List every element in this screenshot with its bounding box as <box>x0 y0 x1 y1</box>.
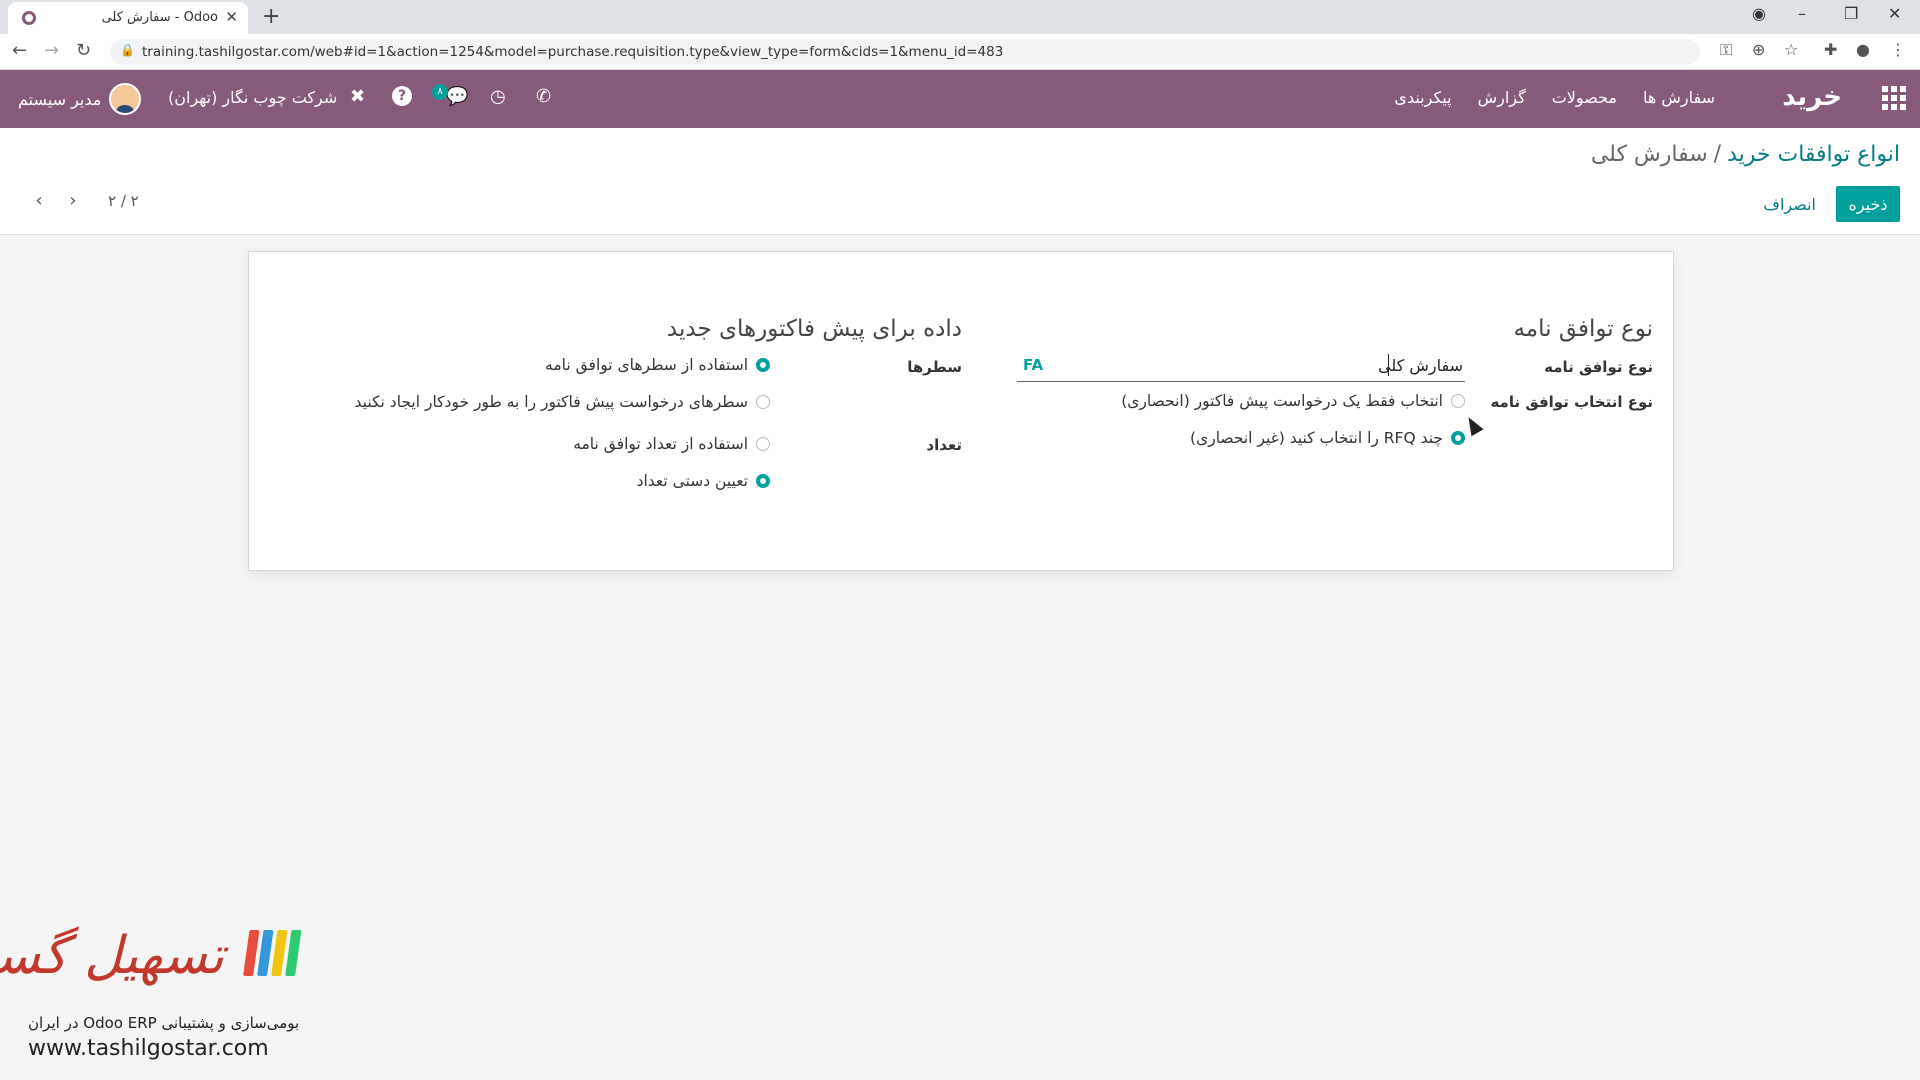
lines-use-agreement-option[interactable]: استفاده از سطرهای توافق نامه <box>545 356 770 374</box>
star-icon[interactable]: ☆ <box>1784 40 1798 59</box>
account-icon[interactable]: ● <box>1856 40 1870 59</box>
restore-icon[interactable]: ❐ <box>1844 4 1858 23</box>
pager-next-icon[interactable]: › <box>58 186 88 216</box>
back-icon[interactable]: ← <box>12 40 27 61</box>
agreement-type-input[interactable]: سفارش کلی FA <box>1017 352 1465 382</box>
lines-no-auto-option[interactable]: سطرهای درخواست پیش فاکتور را به طور خودک… <box>354 393 770 411</box>
selection-multiple-radio[interactable] <box>1451 431 1465 445</box>
address-bar: ← → ↻ 🔒 training.tashilgostar.com/web#id… <box>0 34 1920 70</box>
pager-counter[interactable]: ۲ / ۲ <box>108 192 139 210</box>
selection-multiple-option[interactable]: چند RFQ را انتخاب کنید (غیر انحصاری) <box>1190 429 1465 447</box>
quantity-manual-option[interactable]: تعیین دستی تعداد <box>637 472 770 490</box>
minimize-icon[interactable]: – <box>1798 4 1806 23</box>
app-name[interactable]: خرید <box>1782 82 1842 112</box>
phone-icon[interactable]: ✆ <box>536 86 551 107</box>
menu-products[interactable]: محصولات <box>1552 88 1617 107</box>
lock-icon: 🔒 <box>120 43 135 57</box>
translate-button[interactable]: FA <box>1023 356 1043 374</box>
agreement-group-title: نوع توافق نامه <box>1513 316 1653 342</box>
lines-no-auto-label: سطرهای درخواست پیش فاکتور را به طور خودک… <box>354 393 749 411</box>
close-tab-icon[interactable]: ✕ <box>225 8 238 26</box>
selection-exclusive-label: انتخاب فقط یک درخواست پیش فاکتور (انحصار… <box>1121 392 1443 410</box>
selection-exclusive-radio[interactable] <box>1451 394 1465 408</box>
lines-label: سطرها <box>907 358 962 376</box>
selection-multiple-label: چند RFQ را انتخاب کنید (غیر انحصاری) <box>1190 429 1443 447</box>
apps-menu-icon[interactable] <box>1882 86 1906 110</box>
quantity-label: تعداد <box>926 436 962 454</box>
quantity-manual-radio[interactable] <box>756 474 770 488</box>
odoo-navbar: خرید سفارش ها محصولات گزارش پیکربندی ✆ ◷… <box>0 70 1920 128</box>
selection-exclusive-option[interactable]: انتخاب فقط یک درخواست پیش فاکتور (انحصار… <box>1121 392 1465 410</box>
browser-menu-icon[interactable]: ⋮ <box>1890 40 1906 59</box>
text-cursor <box>1388 354 1389 376</box>
tab-title: سفارش کلی - Odoo <box>101 10 218 25</box>
agreement-selection-label: نوع انتخاب توافق نامه <box>1490 393 1653 411</box>
breadcrumb-current: سفارش کلی <box>1590 142 1708 167</box>
quantity-use-agreement-label: استفاده از تعداد توافق نامه <box>573 435 748 453</box>
chat-badge: ۸ <box>432 84 448 100</box>
menu-orders[interactable]: سفارش ها <box>1643 88 1715 107</box>
quantity-use-agreement-option[interactable]: استفاده از تعداد توافق نامه <box>573 435 770 453</box>
help-icon[interactable]: ? <box>392 86 412 106</box>
profile-menu-icon[interactable]: ◉ <box>1752 4 1766 23</box>
breadcrumb: انواع توافقات خرید/سفارش کلی <box>1591 142 1900 167</box>
url-field[interactable]: 🔒 training.tashilgostar.com/web#id=1&act… <box>110 39 1700 65</box>
debug-tools-icon[interactable]: ✖ <box>350 86 365 107</box>
form-sheet: نوع توافق نامه نوع توافق نامه سفارش کلی … <box>248 251 1674 571</box>
main-menu: سفارش ها محصولات گزارش پیکربندی <box>1394 88 1715 107</box>
forward-icon[interactable]: → <box>44 40 59 61</box>
pager-previous-icon[interactable]: ‹ <box>24 186 54 216</box>
agreement-type-value: سفارش کلی <box>1378 356 1463 375</box>
quantity-use-agreement-radio[interactable] <box>756 437 770 451</box>
breadcrumb-separator: / <box>1713 142 1722 167</box>
watermark-tagline: بومی‌سازی و پشتیبانی Odoo ERP در ایران <box>28 1014 300 1032</box>
url-text: training.tashilgostar.com/web#id=1&actio… <box>142 44 1004 60</box>
key-icon[interactable]: ⚿ <box>1720 40 1732 60</box>
new-tab-icon[interactable]: + <box>262 4 280 29</box>
chat-icon[interactable]: 💬 <box>446 86 468 107</box>
agreement-type-label: نوع توافق نامه <box>1544 358 1653 376</box>
user-menu[interactable]: مدیر سیستم <box>18 83 142 115</box>
quantity-manual-label: تعیین دستی تعداد <box>636 472 748 490</box>
rfq-group-title: داده برای پیش فاکتورهای جدید <box>666 316 962 342</box>
zoom-icon[interactable]: ⊕ <box>1752 40 1765 59</box>
tashilgostar-logo-icon <box>242 930 309 980</box>
odoo-favicon-icon <box>22 11 36 25</box>
lines-use-agreement-label: استفاده از سطرهای توافق نامه <box>545 356 748 374</box>
browser-tab-strip: سفارش کلی - Odoo ✕ + ◉ – ❐ ✕ <box>0 0 1920 34</box>
activity-clock-icon[interactable]: ◷ <box>490 86 506 107</box>
company-switcher[interactable]: شرکت چوب نگار (تهران) <box>168 88 337 107</box>
breadcrumb-parent[interactable]: انواع توافقات خرید <box>1727 142 1900 167</box>
lines-no-auto-radio[interactable] <box>756 395 770 409</box>
discard-button[interactable]: انصراف <box>1763 186 1816 222</box>
avatar <box>109 83 142 115</box>
lines-use-agreement-radio[interactable] <box>756 358 770 372</box>
browser-tab[interactable]: سفارش کلی - Odoo ✕ <box>8 2 248 34</box>
watermark-url: www.tashilgostar.com <box>28 1036 269 1061</box>
extensions-icon[interactable]: ✚ <box>1824 40 1837 59</box>
tashilgostar-watermark: تسهیل گستر بومی‌سازی و پشتیبانی Odoo ERP… <box>0 924 302 1074</box>
close-window-icon[interactable]: ✕ <box>1888 4 1901 23</box>
user-name: مدیر سیستم <box>18 89 102 109</box>
control-panel: انواع توافقات خرید/سفارش کلی ذخیره انصرا… <box>0 128 1920 235</box>
menu-reporting[interactable]: گزارش <box>1478 88 1526 107</box>
watermark-brand: تسهیل گستر <box>0 926 224 986</box>
menu-configuration[interactable]: پیکربندی <box>1394 88 1451 107</box>
reload-icon[interactable]: ↻ <box>76 40 91 61</box>
save-button[interactable]: ذخیره <box>1836 186 1900 222</box>
